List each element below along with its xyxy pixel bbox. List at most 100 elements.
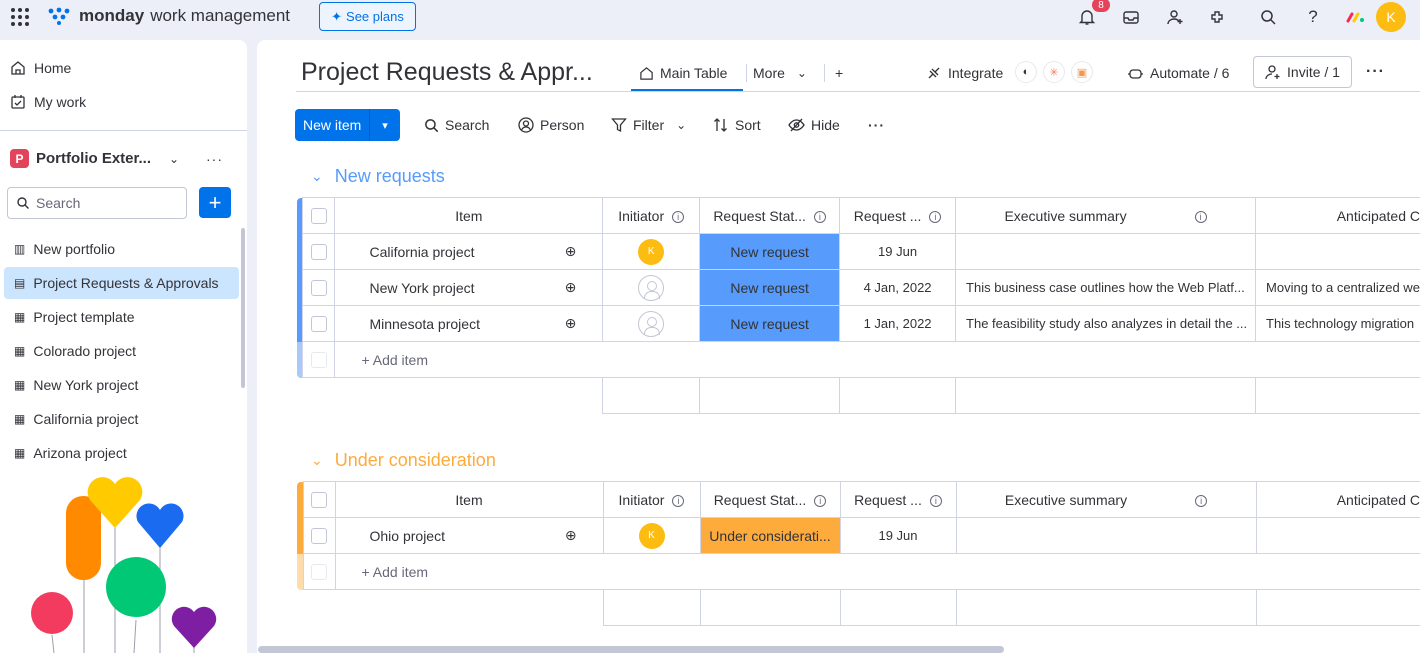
automate-button[interactable]: Automate / 6 xyxy=(1127,62,1229,84)
hide-button[interactable]: Hide xyxy=(788,113,840,137)
search-button[interactable]: Search xyxy=(424,113,489,137)
column-header-item[interactable]: Item xyxy=(334,481,604,518)
select-all-checkbox[interactable] xyxy=(302,197,336,234)
anticipated-cell[interactable] xyxy=(1255,517,1420,554)
sidebar-board-item[interactable]: ▦ Project template xyxy=(4,301,239,333)
column-header-item[interactable]: Item xyxy=(334,197,604,234)
column-header-summary[interactable]: Executive summary i xyxy=(955,481,1257,518)
info-icon[interactable]: i xyxy=(813,210,826,223)
item-name[interactable]: California project xyxy=(334,233,539,270)
summary-cell[interactable]: This business case outlines how the Web … xyxy=(955,269,1257,306)
filter-button[interactable]: Filter ⌄ xyxy=(611,113,686,137)
summary-cell[interactable]: The feasibility study also analyzes in d… xyxy=(955,305,1257,342)
nav-my-work[interactable]: My work xyxy=(10,89,86,115)
add-update-icon[interactable]: ⊕ xyxy=(538,269,604,306)
date-cell[interactable]: 4 Jan, 2022 xyxy=(839,269,957,306)
column-header-initiator[interactable]: Initiator i xyxy=(602,481,701,518)
info-icon[interactable]: i xyxy=(929,494,942,507)
table-row[interactable]: Ohio project ⊕ K Under considerati... 19… xyxy=(297,517,1420,554)
summary-cell[interactable] xyxy=(955,517,1257,554)
anticipated-cell[interactable]: This technology migration xyxy=(1255,305,1420,342)
initiator-cell[interactable]: K xyxy=(602,233,701,270)
sidebar-board-item[interactable]: ▥ New portfolio xyxy=(4,233,239,265)
tab-main-table[interactable]: Main Table xyxy=(639,62,727,84)
row-checkbox[interactable] xyxy=(302,269,336,306)
date-cell[interactable]: 1 Jan, 2022 xyxy=(839,305,957,342)
row-checkbox[interactable] xyxy=(302,517,336,554)
row-checkbox[interactable] xyxy=(302,305,336,342)
table-row[interactable]: New York project ⊕ New request 4 Jan, 20… xyxy=(297,269,1420,306)
user-avatar[interactable]: K xyxy=(1376,2,1406,32)
more-options-icon[interactable]: ··· xyxy=(206,151,223,167)
logo[interactable]: monday work management xyxy=(47,5,290,27)
column-header-anticipated[interactable]: Anticipated C xyxy=(1255,481,1420,518)
sidebar-search-input[interactable]: Search xyxy=(7,187,187,219)
add-item-input[interactable]: + Add item xyxy=(334,553,1420,590)
add-item-input[interactable]: + Add item xyxy=(334,341,1420,378)
integrate-button[interactable]: Integrate xyxy=(926,62,1003,84)
add-view-button[interactable]: + xyxy=(835,62,843,84)
initiator-cell[interactable] xyxy=(602,305,701,342)
item-name[interactable]: Minnesota project xyxy=(334,305,539,342)
invite-button[interactable]: Invite / 1 xyxy=(1253,56,1352,88)
inbox-icon[interactable] xyxy=(1120,6,1142,28)
status-cell[interactable]: New request xyxy=(699,305,841,342)
add-update-icon[interactable]: ⊕ xyxy=(538,233,604,270)
sidebar-board-item[interactable]: ▦ California project xyxy=(4,403,239,435)
summary-cell[interactable] xyxy=(955,233,1257,270)
column-header-initiator[interactable]: Initiator i xyxy=(602,197,701,234)
status-cell[interactable]: Under considerati... xyxy=(699,517,841,554)
group-title-new-requests[interactable]: ⌄ New requests xyxy=(311,166,445,187)
initiator-cell[interactable] xyxy=(602,269,701,306)
monday-products-icon[interactable] xyxy=(1345,6,1367,28)
item-name[interactable]: Ohio project xyxy=(334,517,539,554)
tab-more[interactable]: More ⌄ xyxy=(753,62,807,84)
table-row[interactable]: Minnesota project ⊕ New request 1 Jan, 2… xyxy=(297,305,1420,342)
see-plans-button[interactable]: ✦ See plans xyxy=(319,2,416,31)
add-board-button[interactable]: + xyxy=(199,187,231,218)
chevron-down-icon[interactable]: ▾ xyxy=(370,119,400,132)
board-menu-icon[interactable]: ··· xyxy=(1366,63,1385,81)
date-cell[interactable]: 19 Jun xyxy=(839,233,957,270)
select-all-checkbox[interactable] xyxy=(302,481,336,518)
more-toolbar-icon[interactable]: ··· xyxy=(868,113,885,137)
table-row[interactable]: California project ⊕ K New request 19 Ju… xyxy=(297,233,1420,270)
person-filter-button[interactable]: Person xyxy=(518,113,584,137)
new-item-button[interactable]: New item ▾ xyxy=(295,109,400,141)
horizontal-scrollbar[interactable] xyxy=(258,646,1004,653)
status-cell[interactable]: New request xyxy=(699,269,841,306)
column-header-summary[interactable]: Executive summary i xyxy=(955,197,1257,234)
sidebar-scrollbar[interactable] xyxy=(241,228,245,388)
sidebar-board-item[interactable]: ▦ New York project xyxy=(4,369,239,401)
sort-button[interactable]: Sort xyxy=(713,113,761,137)
apps-marketplace-icon[interactable] xyxy=(1207,6,1229,28)
column-header-date[interactable]: Request ... i xyxy=(839,197,957,234)
group-title-under-consideration[interactable]: ⌄ Under consideration xyxy=(311,450,496,471)
add-update-icon[interactable]: ⊕ xyxy=(539,517,604,554)
column-header-date[interactable]: Request ... i xyxy=(839,481,957,518)
info-icon[interactable]: i xyxy=(1195,494,1208,507)
apps-grid-icon[interactable] xyxy=(11,8,29,26)
info-icon[interactable]: i xyxy=(929,210,942,223)
invite-members-icon[interactable] xyxy=(1164,6,1186,28)
search-icon[interactable] xyxy=(1257,6,1279,28)
help-icon[interactable]: ? xyxy=(1302,6,1324,28)
nav-home[interactable]: Home xyxy=(10,55,71,81)
add-item-row[interactable]: + Add item xyxy=(297,553,1420,590)
info-icon[interactable]: i xyxy=(672,494,685,507)
sidebar-board-item[interactable]: ▦ Arizona project xyxy=(4,437,239,469)
anticipated-cell[interactable] xyxy=(1255,233,1420,270)
chevron-down-icon[interactable]: ⌄ xyxy=(169,152,179,166)
add-item-row[interactable]: + Add item xyxy=(297,341,1420,378)
date-cell[interactable]: 19 Jun xyxy=(839,517,957,554)
status-cell[interactable]: New request xyxy=(699,233,841,270)
info-icon[interactable]: i xyxy=(672,210,685,223)
column-header-status[interactable]: Request Stat... i xyxy=(699,481,841,518)
column-header-status[interactable]: Request Stat... i xyxy=(699,197,841,234)
add-update-icon[interactable]: ⊕ xyxy=(538,305,604,342)
board-title[interactable]: Project Requests & Appr... xyxy=(301,58,593,87)
item-name[interactable]: New York project xyxy=(334,269,539,306)
anticipated-cell[interactable]: Moving to a centralized we xyxy=(1255,269,1420,306)
info-icon[interactable]: i xyxy=(814,494,827,507)
info-icon[interactable]: i xyxy=(1194,210,1207,223)
